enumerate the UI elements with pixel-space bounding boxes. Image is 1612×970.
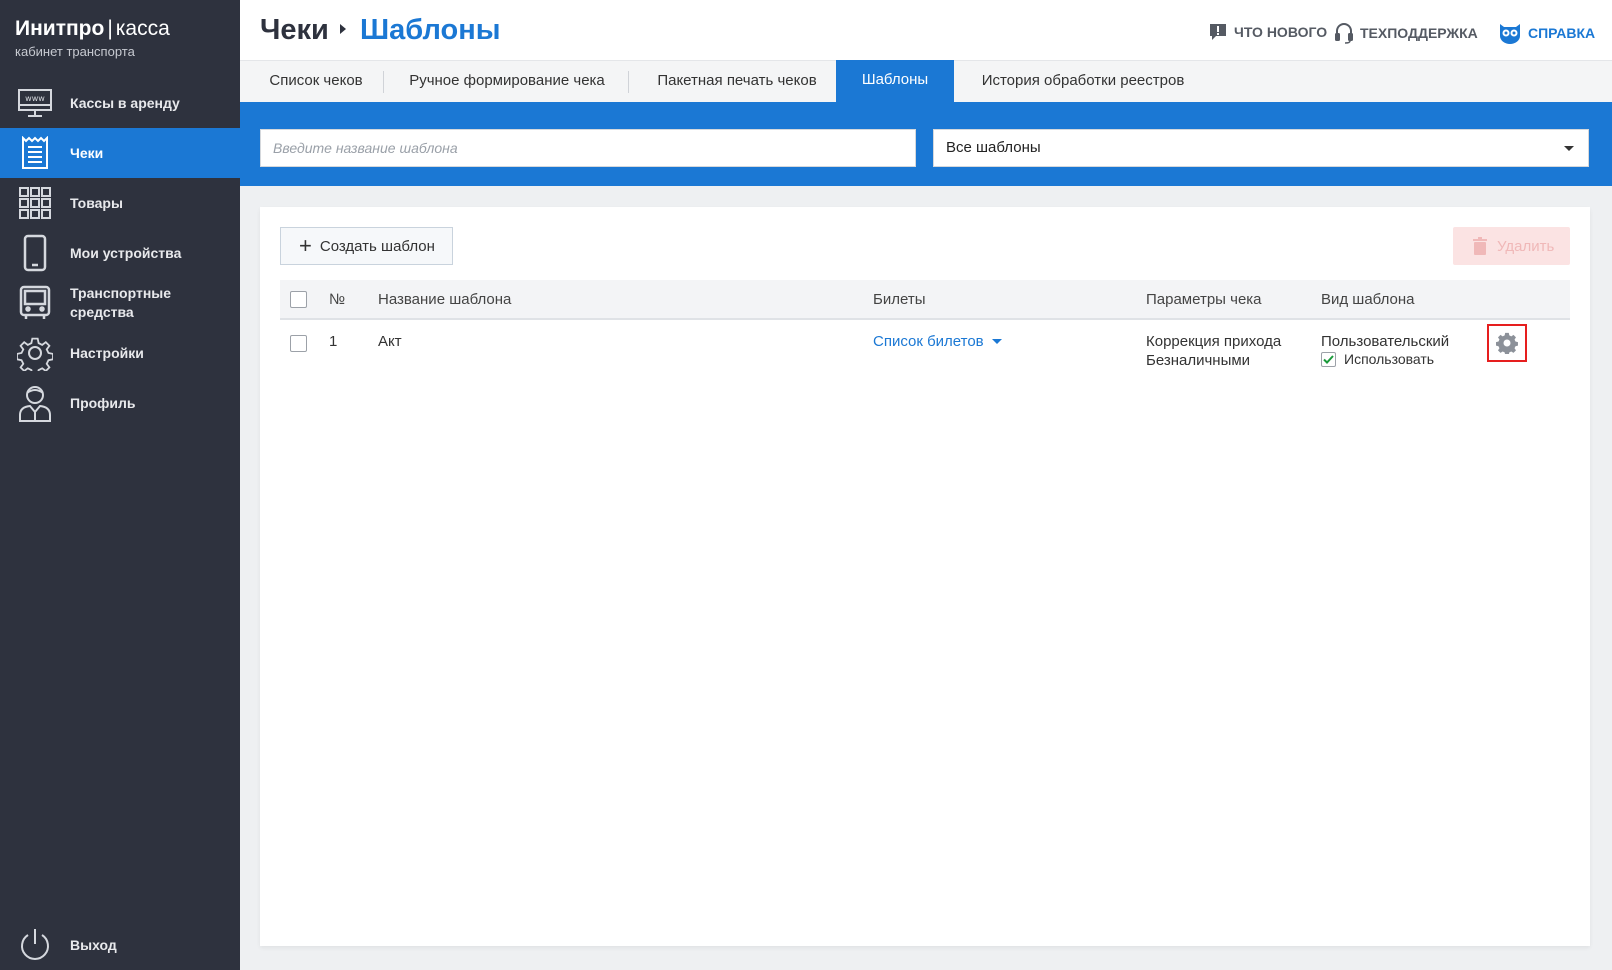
tab-registry-history[interactable]: История обработки реестров bbox=[978, 61, 1188, 102]
tab-receipts-list[interactable]: Список чеков bbox=[266, 61, 366, 102]
brand-separator: | bbox=[107, 17, 113, 40]
whats-new-link[interactable]: ЧТО НОВОГО bbox=[1208, 22, 1327, 42]
tab-batch-print[interactable]: Пакетная печать чеков bbox=[648, 61, 826, 102]
brand-subtitle: кабинет транспорта bbox=[15, 44, 135, 59]
receipt-icon bbox=[17, 135, 53, 171]
row-params-line2: Безналичными bbox=[1146, 352, 1251, 369]
sidebar-item-profile[interactable]: Профиль bbox=[0, 378, 240, 428]
column-tickets: Билеты bbox=[873, 291, 926, 308]
use-checkbox[interactable] bbox=[1321, 351, 1336, 367]
create-template-label: Создать шаблон bbox=[319, 237, 435, 255]
column-kind: Вид шаблона bbox=[1321, 291, 1415, 308]
table-row: 1 Акт Список билетов Коррекция прихода Б… bbox=[280, 322, 1570, 382]
sidebar-item-label: Товары bbox=[70, 194, 123, 211]
template-type-value: Все шаблоны bbox=[946, 139, 1041, 156]
delete-label: Удалить bbox=[1497, 237, 1555, 255]
logout-button[interactable]: Выход bbox=[0, 920, 240, 970]
row-params-line1: Коррекция прихода bbox=[1146, 333, 1282, 350]
gear-icon bbox=[17, 335, 53, 371]
sidebar-item-receipts[interactable]: Чеки bbox=[0, 128, 240, 178]
template-type-select[interactable]: Все шаблоны bbox=[933, 129, 1589, 167]
filter-bar: Все шаблоны bbox=[240, 102, 1612, 186]
tab-divider bbox=[628, 71, 629, 93]
brand-name-bold: Инитпро bbox=[15, 17, 105, 40]
sidebar-item-goods[interactable]: Товары bbox=[0, 178, 240, 228]
template-search-input[interactable] bbox=[260, 129, 916, 167]
column-params: Параметры чека bbox=[1146, 291, 1262, 308]
gear-icon bbox=[1496, 332, 1518, 354]
tab-templates[interactable]: Шаблоны bbox=[836, 60, 954, 103]
headset-icon bbox=[1335, 23, 1353, 44]
sidebar-item-label: Настройки bbox=[70, 344, 144, 361]
sidebar-item-label: Профиль bbox=[70, 394, 136, 411]
templates-panel: + Создать шаблон Удалить № Название шабл… bbox=[260, 207, 1590, 946]
breadcrumb-arrow-icon bbox=[340, 24, 346, 34]
whats-new-label: ЧТО НОВОГО bbox=[1234, 24, 1328, 40]
brand: Инитпро | касса кабинет транспорта bbox=[0, 0, 240, 78]
delete-button[interactable]: Удалить bbox=[1453, 227, 1570, 265]
support-label: ТЕХПОДДЕРЖКА bbox=[1360, 25, 1478, 41]
table-header: № Название шаблона Билеты Параметры чека… bbox=[280, 280, 1570, 320]
row-kind: Пользовательский bbox=[1321, 333, 1450, 350]
sidebar-item-label: Транспортные средства bbox=[70, 285, 172, 320]
announcement-icon bbox=[1210, 24, 1226, 40]
chevron-down-icon bbox=[991, 339, 1002, 344]
template-settings-button[interactable] bbox=[1487, 324, 1527, 362]
chevron-down-icon bbox=[1564, 146, 1574, 151]
brand-title: Инитпро | касса bbox=[15, 16, 225, 42]
sidebar-item-label: Мои устройства bbox=[70, 244, 182, 261]
row-name: Акт bbox=[378, 333, 402, 350]
row-number: 1 bbox=[329, 333, 338, 350]
tickets-list-dropdown[interactable]: Список билетов bbox=[873, 332, 1002, 351]
create-template-button[interactable]: + Создать шаблон bbox=[280, 227, 453, 265]
sidebar-item-settings[interactable]: Настройки bbox=[0, 328, 240, 378]
tab-divider bbox=[383, 71, 384, 93]
phone-icon bbox=[17, 234, 53, 272]
select-all-checkbox[interactable] bbox=[290, 291, 307, 308]
user-icon bbox=[17, 385, 53, 422]
logout-label: Выход bbox=[70, 936, 117, 953]
sidebar-item-label: Кассы в аренду bbox=[70, 94, 180, 111]
column-number: № bbox=[329, 291, 346, 308]
header: Чеки Шаблоны ЧТО НОВОГО ТЕХПОДДЕРЖКА СПР… bbox=[240, 0, 1612, 60]
checkmark-icon bbox=[1323, 354, 1334, 364]
power-icon bbox=[17, 927, 53, 963]
sidebar-item-rent[interactable]: www Кассы в аренду bbox=[0, 78, 240, 128]
tab-bar: Список чеков Ручное формирование чека Па… bbox=[240, 60, 1612, 103]
help-link[interactable]: СПРАВКА bbox=[1498, 22, 1595, 44]
bus-icon bbox=[17, 285, 53, 321]
column-name: Название шаблона bbox=[378, 291, 512, 308]
plus-icon: + bbox=[299, 233, 312, 258]
support-link[interactable]: ТЕХПОДДЕРЖКА bbox=[1334, 22, 1478, 44]
svg-text:www: www bbox=[25, 94, 45, 103]
tickets-list-label: Список билетов bbox=[873, 333, 984, 350]
breadcrumb-root[interactable]: Чеки bbox=[260, 14, 329, 47]
brand-name-light: касса bbox=[115, 17, 170, 40]
www-monitor-icon: www bbox=[17, 85, 53, 121]
use-label: Использовать bbox=[1344, 351, 1435, 367]
help-label: СПРАВКА bbox=[1528, 25, 1596, 41]
tab-manual-receipt[interactable]: Ручное формирование чека bbox=[403, 61, 611, 102]
trash-icon bbox=[1473, 237, 1487, 255]
grid-icon bbox=[17, 185, 53, 221]
sidebar-item-vehicles[interactable]: Транспортные средства bbox=[0, 278, 240, 328]
page-title: Шаблоны bbox=[360, 14, 501, 46]
sidebar: Инитпро | касса кабинет транспорта www Кас… bbox=[0, 0, 240, 970]
use-toggle[interactable]: Использовать bbox=[1321, 351, 1434, 367]
sidebar-item-devices[interactable]: Мои устройства bbox=[0, 228, 240, 278]
row-checkbox[interactable] bbox=[290, 335, 307, 352]
sidebar-item-label: Чеки bbox=[70, 144, 104, 161]
owl-icon bbox=[1500, 24, 1520, 44]
